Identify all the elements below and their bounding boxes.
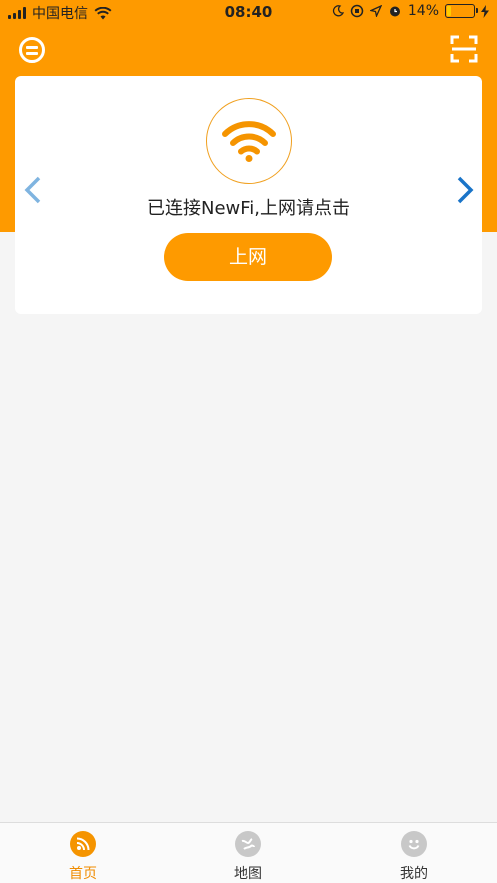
chevron-left-icon[interactable] (22, 175, 44, 205)
globe-icon (235, 831, 261, 857)
battery-fill (447, 6, 451, 16)
tab-map[interactable]: 地图 (198, 831, 298, 883)
smiley-icon (401, 831, 427, 857)
status-bar: 中国电信 08:40 14% (0, 0, 497, 26)
battery-icon (445, 4, 478, 18)
rss-icon (70, 831, 96, 857)
location-icon (369, 5, 382, 17)
status-right: 14% (332, 3, 489, 19)
tab-mine-label: 我的 (400, 866, 428, 882)
battery-percent: 14% (407, 3, 439, 19)
connect-button[interactable]: 上网 (164, 233, 332, 281)
tab-home[interactable]: 首页 (33, 831, 133, 883)
rotation-lock-icon (350, 4, 364, 18)
tab-home-label: 首页 (69, 866, 97, 882)
menu-circle-icon[interactable] (19, 37, 45, 63)
alarm-icon (389, 6, 400, 17)
wifi-icon (222, 121, 276, 162)
charging-icon (481, 4, 489, 18)
chevron-right-icon[interactable] (454, 175, 476, 205)
moon-icon (332, 5, 344, 17)
connection-status-text: 已连接NewFi,上网请点击 (146, 198, 351, 219)
scan-icon[interactable] (450, 35, 478, 63)
wifi-badge (206, 98, 292, 184)
connection-card: 已连接NewFi,上网请点击 上网 (15, 76, 482, 314)
tab-map-label: 地图 (234, 866, 262, 882)
tab-bar: 首页 地图 我的 (0, 822, 497, 883)
tab-mine[interactable]: 我的 (364, 831, 464, 883)
